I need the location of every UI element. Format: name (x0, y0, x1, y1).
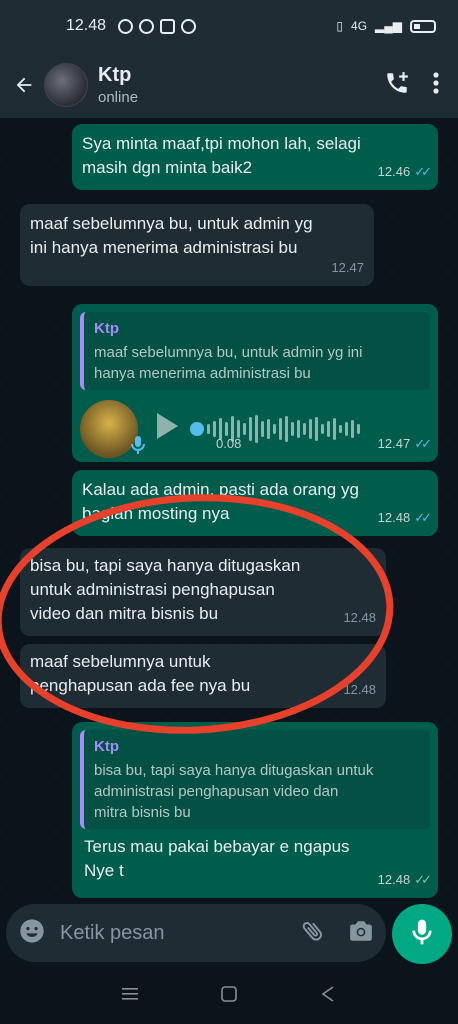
back-nav-icon[interactable] (319, 985, 337, 1008)
contact-name: Ktp (98, 64, 132, 86)
message-time: 12.47 (377, 436, 411, 451)
mic-icon (411, 918, 433, 951)
quoted-text: administrasi penghapusan video dan (94, 783, 339, 800)
quoted-name: Ktp (94, 738, 119, 755)
message-text: Sya minta maaf,tpi mohon lah, selagi (82, 134, 361, 153)
vibrate-icon: ▯ (336, 19, 344, 33)
message-text: Terus mau pakai bebayar e ngapus (84, 837, 350, 856)
delivered-ticks-icon: ✓✓ (414, 872, 432, 887)
message-text: ini hanya menerima administrasi bu (30, 238, 298, 257)
app-notification-icon (160, 18, 176, 34)
mic-icon (130, 435, 146, 462)
home-nav-icon[interactable] (220, 985, 238, 1008)
message-text: video dan mitra bisnis bu (30, 604, 219, 623)
message-time: 12.48 (377, 510, 411, 525)
messenger-notification-icon (139, 18, 155, 34)
message-input[interactable]: Ketik pesan (60, 922, 165, 945)
message-time: 12.48 (343, 682, 376, 697)
read-ticks-icon: ✓✓ (414, 164, 432, 179)
message-bubble-incoming[interactable]: maaf sebelumnya bu, untuk admin yg ini h… (20, 204, 374, 286)
quoted-text: mitra bisnis bu (94, 804, 191, 821)
message-bubble-outgoing[interactable]: Ktp bisa bu, tapi saya hanya ditugaskan … (72, 722, 438, 898)
message-text: bagian mosting nya (82, 504, 230, 523)
message-time: 12.48 (343, 610, 376, 625)
message-time: 12.46 (377, 164, 411, 179)
quoted-name: Ktp (94, 320, 119, 337)
message-bubble-incoming[interactable]: bisa bu, tapi saya hanya ditugaskan untu… (20, 548, 386, 636)
quoted-text: maaf sebelumnya bu, untuk admin yg ini (94, 344, 363, 361)
chat-header: Ktp online (0, 52, 458, 118)
chat-area[interactable]: Sya minta maaf,tpi mohon lah, selagi mas… (0, 118, 458, 900)
play-icon[interactable] (154, 411, 180, 448)
quoted-message[interactable]: Ktp maaf sebelumnya bu, untuk admin yg i… (80, 312, 430, 390)
quoted-message[interactable]: Ktp bisa bu, tapi saya hanya ditugaskan … (80, 730, 430, 829)
contact-status: online (98, 89, 139, 106)
status-time: 12.48 (66, 17, 107, 34)
message-bubble-outgoing[interactable]: Sya minta maaf,tpi mohon lah, selagi mas… (72, 124, 438, 190)
recents-nav-icon[interactable] (121, 986, 139, 1007)
message-bubble-outgoing[interactable]: Ktp maaf sebelumnya bu, untuk admin yg i… (72, 304, 438, 462)
whatsapp-notification-icon (118, 18, 134, 34)
system-icons: ▯ 4G ▂▄▆ (336, 19, 436, 33)
add-call-icon[interactable] (384, 70, 410, 101)
app2-notification-icon (181, 18, 197, 34)
attach-icon[interactable] (300, 918, 326, 949)
message-bubble-outgoing[interactable]: Kalau ada admin, pasti ada orang yg bagi… (72, 470, 438, 536)
message-text: Kalau ada admin, pasti ada orang yg (82, 480, 359, 499)
network-type: 4G (351, 19, 368, 33)
voice-record-button[interactable] (392, 904, 452, 964)
camera-icon[interactable] (348, 918, 374, 949)
contact-info[interactable]: Ktp online (98, 64, 138, 106)
more-vert-icon[interactable] (432, 71, 440, 100)
battery-icon (410, 19, 436, 33)
message-time: 12.48 (377, 872, 411, 887)
contact-avatar[interactable] (44, 63, 88, 107)
status-bar: 12.48 ▯ 4G ▂▄▆ (0, 0, 458, 52)
back-arrow-icon[interactable] (6, 65, 42, 105)
message-text: maaf sebelumnya untuk (30, 652, 211, 671)
voice-duration: 0.08 (216, 436, 242, 451)
read-ticks-icon: ✓✓ (414, 510, 432, 525)
voice-sender-avatar (80, 400, 145, 458)
seek-handle[interactable] (190, 422, 204, 436)
signal-icon: ▂▄▆ (375, 19, 402, 33)
message-composer[interactable]: Ketik pesan (6, 904, 386, 962)
message-text: maaf sebelumnya bu, untuk admin yg (30, 214, 313, 233)
message-text: untuk administrasi penghapusan (30, 580, 275, 599)
message-text: penghapusan ada fee nya bu (30, 676, 251, 695)
quoted-text: hanya menerima administrasi bu (94, 365, 311, 382)
read-ticks-icon: ✓✓ (414, 436, 432, 451)
message-text: Nye t (84, 861, 124, 880)
emoji-icon[interactable] (18, 917, 46, 950)
system-nav-bar (0, 968, 458, 1024)
notification-icons (118, 18, 197, 34)
message-bubble-incoming[interactable]: maaf sebelumnya untuk penghapusan ada fe… (20, 644, 386, 708)
quoted-text: bisa bu, tapi saya hanya ditugaskan untu… (94, 762, 374, 779)
message-time: 12.47 (331, 260, 364, 275)
message-text: masih dgn minta baik2 (82, 158, 253, 177)
message-text: bisa bu, tapi saya hanya ditugaskan (30, 556, 301, 575)
